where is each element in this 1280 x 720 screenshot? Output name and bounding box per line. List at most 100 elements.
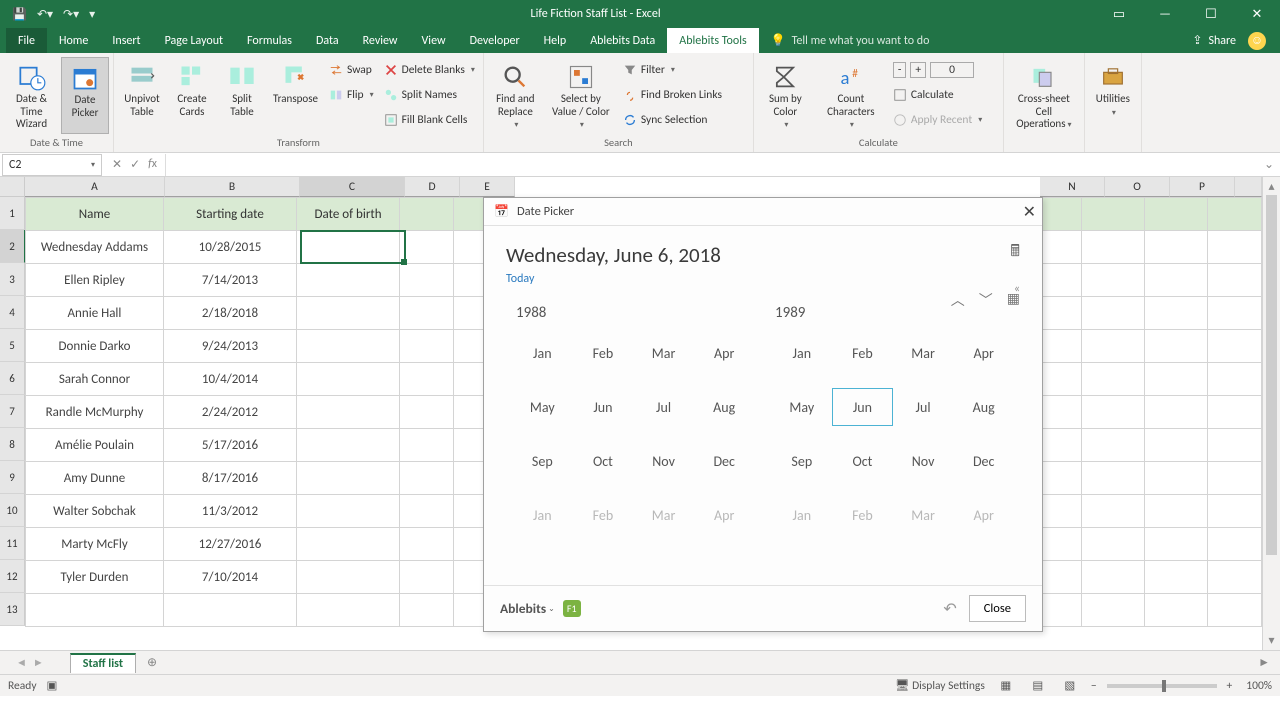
cell[interactable] <box>1145 198 1208 231</box>
cell[interactable] <box>400 429 454 462</box>
horizontal-scroll-right[interactable]: ► <box>1258 655 1270 670</box>
month-sep[interactable]: Sep <box>772 442 833 480</box>
delete-blanks-button[interactable]: Delete Blanks▾ <box>384 59 475 81</box>
zoom-slider[interactable] <box>1107 684 1217 688</box>
row-header[interactable]: 8 <box>0 428 25 461</box>
cell[interactable] <box>400 396 454 429</box>
cell[interactable]: 9/24/2013 <box>163 330 296 363</box>
cell[interactable] <box>1145 462 1208 495</box>
cell[interactable] <box>1081 297 1144 330</box>
row-header[interactable]: 2 <box>0 230 25 263</box>
cell[interactable] <box>1208 363 1262 396</box>
tab-formulas[interactable]: Formulas <box>235 28 304 53</box>
date-picker-button[interactable]: Date Picker <box>61 57 109 134</box>
cell[interactable] <box>400 561 454 594</box>
row-header[interactable]: 1 <box>0 197 25 230</box>
year-left-label[interactable]: 1988 <box>504 304 763 322</box>
row-header[interactable]: 12 <box>0 560 25 593</box>
cell[interactable]: 7/14/2013 <box>163 264 296 297</box>
swap-button[interactable]: Swap <box>329 59 374 81</box>
flip-button[interactable]: Flip▾ <box>329 84 374 106</box>
fill-blank-cells-button[interactable]: Fill Blank Cells <box>384 109 475 131</box>
cell[interactable] <box>297 264 400 297</box>
formula-input[interactable] <box>165 154 1258 176</box>
month-aug[interactable]: Aug <box>694 388 755 426</box>
fx-icon[interactable]: fx <box>148 157 157 172</box>
cell[interactable]: Walter Sobchak <box>26 495 164 528</box>
cell[interactable] <box>163 594 296 627</box>
cell[interactable]: Amélie Poulain <box>26 429 164 462</box>
tab-ablebits-tools[interactable]: Ablebits Tools <box>667 28 758 53</box>
month-jul[interactable]: Jul <box>893 388 954 426</box>
cell[interactable] <box>1208 330 1262 363</box>
cell[interactable]: Date of birth <box>297 198 400 231</box>
f1-help-badge[interactable]: F1 <box>563 600 581 617</box>
month-mar[interactable]: Mar <box>633 334 694 372</box>
cell[interactable]: 2/18/2018 <box>163 297 296 330</box>
cell[interactable] <box>1145 297 1208 330</box>
year-prev-button[interactable]: ︿ <box>951 290 965 310</box>
unpivot-table-button[interactable]: Unpivot Table <box>118 57 166 134</box>
cell[interactable]: 7/10/2014 <box>163 561 296 594</box>
cell[interactable] <box>400 264 454 297</box>
find-broken-links-button[interactable]: Find Broken Links <box>623 84 745 106</box>
cell[interactable]: Wednesday Addams <box>26 231 164 264</box>
enter-formula-icon[interactable]: ✓ <box>130 157 140 172</box>
month-dec[interactable]: Dec <box>953 442 1014 480</box>
cell[interactable]: Randle McMurphy <box>26 396 164 429</box>
cell[interactable] <box>1145 363 1208 396</box>
cell[interactable] <box>26 594 164 627</box>
cell[interactable] <box>297 429 400 462</box>
cell[interactable] <box>1145 528 1208 561</box>
cell[interactable] <box>1145 429 1208 462</box>
cell[interactable] <box>1081 594 1144 627</box>
minimize-icon[interactable]: — <box>1142 0 1188 28</box>
month-jul[interactable]: Jul <box>633 388 694 426</box>
ribbon-display-icon[interactable]: ▭ <box>1096 0 1142 28</box>
split-table-button[interactable]: Split Table <box>218 57 266 134</box>
cell[interactable] <box>1208 495 1262 528</box>
tab-pagelayout[interactable]: Page Layout <box>153 28 235 53</box>
month-may[interactable]: May <box>512 388 573 426</box>
col-header-c[interactable]: C <box>300 177 405 197</box>
cell[interactable]: Starting date <box>163 198 296 231</box>
row-header[interactable]: 7 <box>0 395 25 428</box>
cell[interactable] <box>400 495 454 528</box>
cell[interactable] <box>297 495 400 528</box>
cell[interactable] <box>400 297 454 330</box>
cancel-formula-icon[interactable]: ✕ <box>112 157 122 172</box>
cell[interactable]: 5/17/2016 <box>163 429 296 462</box>
zoom-level[interactable]: 100% <box>1246 679 1272 693</box>
cell[interactable] <box>1081 429 1144 462</box>
zoom-out-button[interactable]: − <box>1091 679 1097 693</box>
tab-help[interactable]: Help <box>532 28 579 53</box>
month-next-apr[interactable]: Apr <box>953 496 1014 534</box>
zoom-in-button[interactable]: + <box>1227 679 1233 693</box>
undo-date-button[interactable]: ↶ <box>943 599 956 619</box>
undo-icon[interactable]: ↶▾ <box>37 7 53 22</box>
month-may[interactable]: May <box>772 388 833 426</box>
row-header[interactable]: 6 <box>0 362 25 395</box>
month-next-mar[interactable]: Mar <box>893 496 954 534</box>
cell[interactable] <box>400 462 454 495</box>
cell[interactable] <box>400 528 454 561</box>
calendar-view-icon[interactable]: ▦ <box>1007 290 1020 310</box>
month-sep[interactable]: Sep <box>512 442 573 480</box>
month-mar[interactable]: Mar <box>893 334 954 372</box>
col-header-e[interactable]: E <box>460 177 515 197</box>
page-layout-view-icon[interactable]: ▤ <box>1027 677 1049 695</box>
find-replace-button[interactable]: Find and Replace▾ <box>488 57 543 134</box>
vertical-scrollbar[interactable]: ▴ ▾ <box>1262 177 1280 650</box>
cell[interactable] <box>1208 561 1262 594</box>
cell[interactable] <box>1145 561 1208 594</box>
split-names-button[interactable]: Split Names <box>384 84 475 106</box>
month-nov[interactable]: Nov <box>893 442 954 480</box>
month-oct[interactable]: Oct <box>832 442 893 480</box>
cell[interactable]: Sarah Connor <box>26 363 164 396</box>
calculate-button[interactable]: Calculate <box>893 84 995 106</box>
col-header-d[interactable]: D <box>405 177 460 197</box>
cell[interactable]: 2/24/2012 <box>163 396 296 429</box>
row-header[interactable]: 4 <box>0 296 25 329</box>
normal-view-icon[interactable]: ▦ <box>995 677 1017 695</box>
display-settings-button[interactable]: 🖥 Display Settings <box>895 678 985 693</box>
